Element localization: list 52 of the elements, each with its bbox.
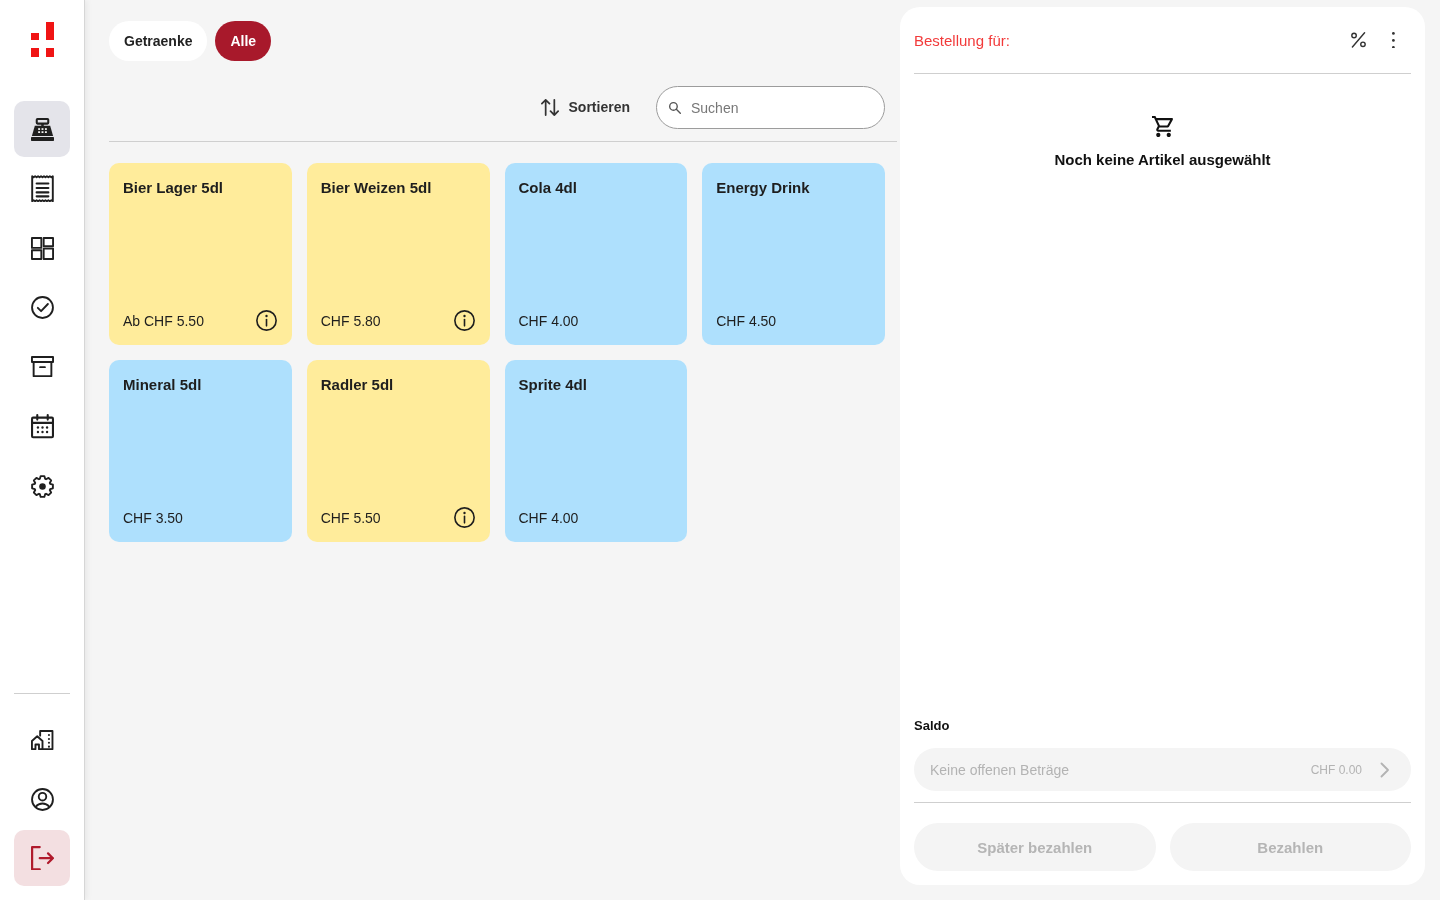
more-icon[interactable] bbox=[1392, 31, 1395, 49]
info-icon[interactable] bbox=[453, 507, 475, 528]
product-tile[interactable]: Bier Weizen 5dl CHF 5.80 bbox=[306, 163, 490, 345]
filter-chip[interactable]: Alle bbox=[215, 21, 272, 61]
cash-register-icon bbox=[30, 117, 54, 141]
account-icon bbox=[30, 787, 54, 811]
sort-button[interactable]: Sortieren bbox=[540, 99, 630, 116]
product-price: CHF 3.50 bbox=[123, 508, 183, 527]
archive-box-icon bbox=[30, 356, 54, 378]
product-price: CHF 5.80 bbox=[320, 311, 381, 330]
search-field[interactable]: Suchen bbox=[656, 86, 885, 129]
product-price: CHF 4.50 bbox=[716, 311, 777, 330]
nav-button[interactable] bbox=[14, 101, 70, 157]
chevron-right-icon bbox=[1380, 761, 1389, 778]
product-price: CHF 4.00 bbox=[518, 508, 579, 527]
dashboard-icon bbox=[30, 236, 54, 260]
product-tile[interactable]: Energy Drink CHF 4.50 bbox=[702, 163, 885, 345]
cart-icon bbox=[1151, 116, 1174, 137]
product-tile[interactable]: Sprite 4dl CHF 4.00 bbox=[504, 360, 688, 542]
empty-message: Noch keine Artikel ausgewählt bbox=[1054, 151, 1271, 169]
settings-icon bbox=[30, 474, 54, 498]
balance-status: Keine offenen Beträge bbox=[930, 761, 1071, 778]
product-price: Ab CHF 5.50 bbox=[123, 311, 204, 330]
product-name: Bier Weizen 5dl bbox=[320, 179, 432, 197]
product-name: Sprite 4dl bbox=[518, 376, 587, 394]
calendar-icon bbox=[30, 414, 54, 439]
balance-amount: CHF 0.00 bbox=[1310, 762, 1362, 777]
logo-icon bbox=[31, 22, 54, 57]
order-title: Bestellung für: bbox=[914, 31, 1011, 49]
product-tile[interactable]: Radler 5dl CHF 5.50 bbox=[306, 360, 490, 542]
product-tile[interactable]: Mineral 5dl CHF 3.50 bbox=[109, 360, 292, 542]
check-circle-icon bbox=[30, 296, 54, 319]
product-name: Radler 5dl bbox=[320, 376, 394, 394]
product-price: CHF 4.00 bbox=[518, 311, 579, 330]
buildings-icon bbox=[30, 729, 54, 751]
product-tile[interactable]: Bier Lager 5dl Ab CHF 5.50 bbox=[109, 163, 292, 345]
sort-icon bbox=[540, 99, 559, 116]
percent-icon[interactable] bbox=[1351, 32, 1366, 48]
product-name: Bier Lager 5dl bbox=[123, 179, 224, 197]
product-name: Mineral 5dl bbox=[123, 376, 202, 394]
product-price: CHF 5.50 bbox=[320, 508, 381, 527]
search-icon bbox=[669, 101, 681, 114]
logout-icon bbox=[30, 845, 54, 871]
receipt-icon bbox=[30, 174, 54, 203]
balance-label: Saldo bbox=[914, 718, 950, 734]
logout-button[interactable] bbox=[14, 830, 70, 886]
product-tile[interactable]: Cola 4dl CHF 4.00 bbox=[504, 163, 688, 345]
info-icon[interactable] bbox=[453, 310, 475, 331]
info-icon[interactable] bbox=[255, 310, 277, 331]
filter-chip[interactable]: Getraenke bbox=[109, 21, 208, 61]
product-name: Cola 4dl bbox=[518, 179, 577, 197]
product-name: Energy Drink bbox=[716, 179, 810, 197]
